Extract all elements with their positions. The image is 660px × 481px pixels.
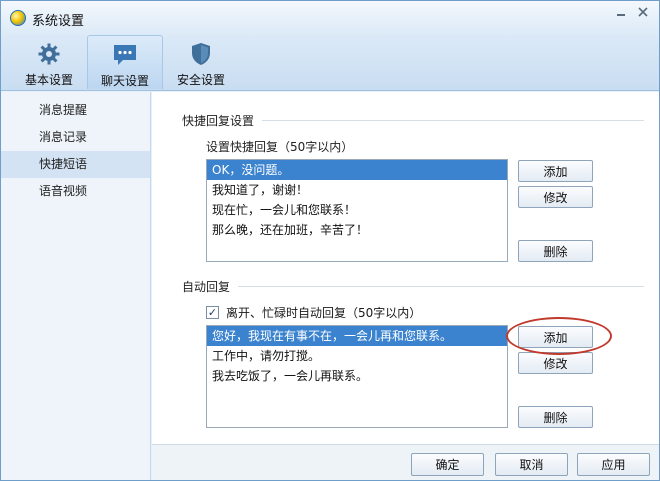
tab-label: 安全设置 — [176, 73, 225, 87]
section-divider — [238, 286, 644, 287]
auto-reply-edit-button[interactable]: 修改 — [518, 352, 593, 374]
sidebar-item-message-history[interactable]: 消息记录 — [1, 124, 150, 151]
settings-tabs: 基本设置 聊天设置 安全设置 — [11, 35, 239, 89]
auto-reply-add-button[interactable]: 添加 — [518, 326, 593, 348]
tab-label: 聊天设置 — [100, 74, 149, 88]
window-title: 系统设置 — [32, 14, 85, 29]
dialog-footer: 确定 取消 应用 — [152, 444, 659, 480]
tab-chat-settings[interactable]: 聊天设置 — [87, 35, 163, 89]
list-item[interactable]: 现在忙，一会儿和您联系！ — [207, 200, 507, 220]
list-item[interactable]: 工作中，请勿打搅。 — [207, 346, 507, 366]
cancel-button[interactable]: 取消 — [495, 453, 568, 476]
sidebar-item-voice-video[interactable]: 语音视频 — [1, 178, 150, 205]
sidebar-item-message-alerts[interactable]: 消息提醒 — [1, 97, 150, 124]
quick-reply-add-button[interactable]: 添加 — [518, 160, 593, 182]
settings-content: 快捷回复设置 设置快捷回复（50字以内） OK，没问题。 我知道了，谢谢！ 现在… — [152, 92, 659, 444]
quick-reply-delete-button[interactable]: 删除 — [518, 240, 593, 262]
app-logo-icon — [10, 10, 26, 26]
ok-button[interactable]: 确定 — [411, 453, 484, 476]
close-icon[interactable] — [633, 3, 653, 21]
settings-sidebar: 消息提醒 消息记录 快捷短语 语音视频 — [1, 92, 151, 480]
quick-reply-subtitle: 设置快捷回复（50字以内） — [206, 140, 354, 154]
auto-reply-toggle[interactable]: ✓ 离开、忙碌时自动回复（50字以内） — [206, 304, 421, 321]
tab-security-settings[interactable]: 安全设置 — [163, 35, 239, 89]
list-item[interactable]: 那么晚，还在加班，辛苦了！ — [207, 220, 507, 240]
apply-button[interactable]: 应用 — [577, 453, 650, 476]
window-controls — [611, 3, 653, 21]
list-item[interactable]: 我知道了，谢谢！ — [207, 180, 507, 200]
list-item[interactable]: 您好，我现在有事不在，一会儿再和您联系。 — [207, 326, 507, 346]
auto-reply-section-title: 自动回复 — [182, 280, 231, 294]
auto-reply-checkbox[interactable]: ✓ — [206, 306, 219, 319]
settings-window: 系统设置 基本设置 聊天设置 安全设置 消息提醒 消息记录 快捷短语 语音视频 … — [0, 0, 660, 481]
auto-reply-checkbox-label: 离开、忙碌时自动回复（50字以内） — [226, 306, 422, 320]
tab-basic-settings[interactable]: 基本设置 — [11, 35, 87, 89]
shield-icon — [188, 41, 214, 67]
sidebar-item-quick-phrases[interactable]: 快捷短语 — [1, 151, 150, 178]
gear-icon — [36, 41, 62, 67]
section-divider — [262, 120, 644, 121]
chat-bubble-icon — [112, 42, 138, 68]
list-item[interactable]: OK，没问题。 — [207, 160, 507, 180]
auto-reply-list[interactable]: 您好，我现在有事不在，一会儿再和您联系。 工作中，请勿打搅。 我去吃饭了，一会儿… — [206, 325, 508, 428]
minimize-icon[interactable] — [611, 3, 631, 21]
tab-label: 基本设置 — [24, 73, 73, 87]
quick-reply-section-title: 快捷回复设置 — [182, 114, 255, 128]
quick-reply-edit-button[interactable]: 修改 — [518, 186, 593, 208]
auto-reply-delete-button[interactable]: 删除 — [518, 406, 593, 428]
quick-reply-list[interactable]: OK，没问题。 我知道了，谢谢！ 现在忙，一会儿和您联系！ 那么晚，还在加班，辛… — [206, 159, 508, 262]
list-item[interactable]: 我去吃饭了，一会儿再联系。 — [207, 366, 507, 386]
title-bar: 系统设置 基本设置 聊天设置 安全设置 — [1, 1, 659, 91]
